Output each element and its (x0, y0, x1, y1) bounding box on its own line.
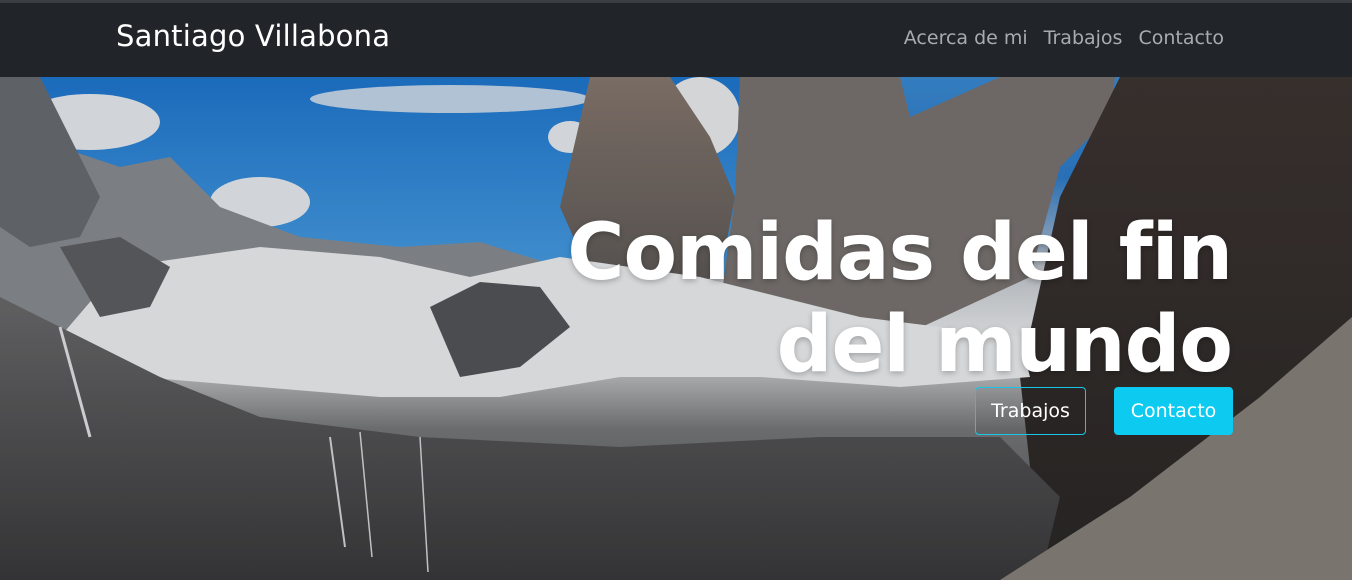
hero-title: Comidas del fin del mundo (567, 208, 1233, 391)
nav-link-acerca[interactable]: Acerca de mi (904, 27, 1028, 49)
trabajos-button[interactable]: Trabajos (975, 387, 1086, 435)
page: Santiago Villabona Acerca de mi Trabajos… (0, 0, 1352, 580)
contacto-button[interactable]: Contacto (1114, 387, 1233, 435)
nav-link-trabajos[interactable]: Trabajos (1044, 27, 1123, 49)
nav-link-contacto[interactable]: Contacto (1138, 27, 1224, 49)
nav-links: Acerca de mi Trabajos Contacto (904, 27, 1224, 49)
brand-link[interactable]: Santiago Villabona (116, 19, 390, 53)
hero-section: Comidas del fin del mundo Trabajos Conta… (0, 77, 1352, 580)
navbar: Santiago Villabona Acerca de mi Trabajos… (0, 0, 1352, 77)
